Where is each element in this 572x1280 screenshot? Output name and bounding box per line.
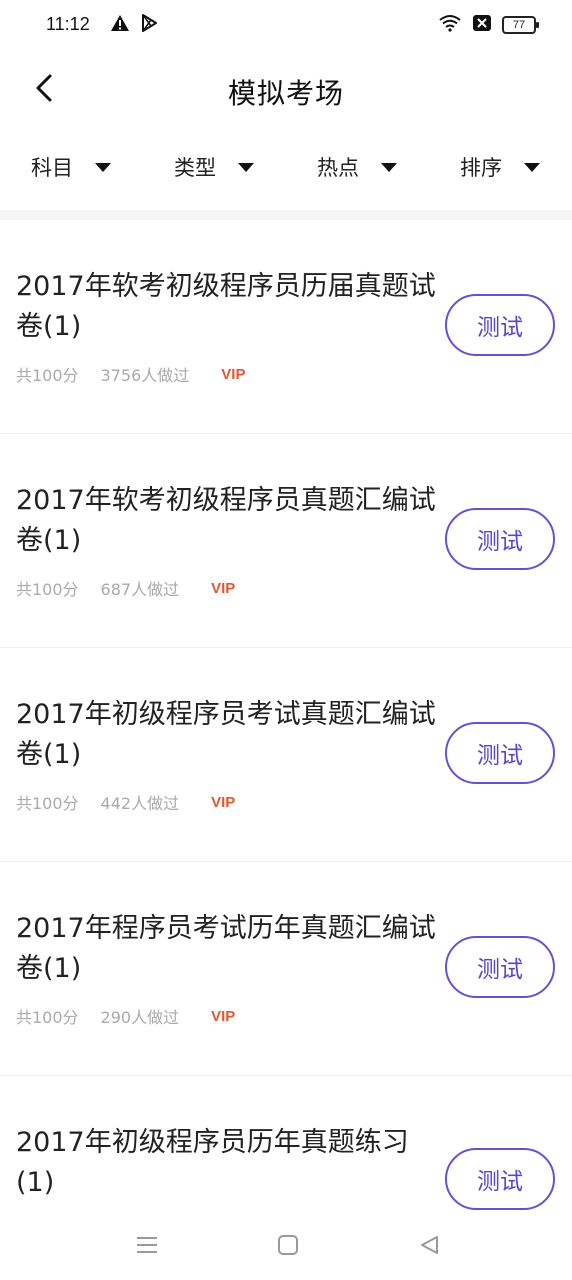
- menu-icon: [136, 1235, 158, 1259]
- item-meta: 共100分 290人做过 VIP: [16, 1004, 235, 1028]
- item-count: 3756人做过: [100, 366, 190, 385]
- back-triangle-icon: [418, 1234, 440, 1260]
- status-time: 11:12: [46, 14, 90, 34]
- vip-badge: VIP: [211, 579, 236, 597]
- play-store-icon: [140, 14, 158, 36]
- filter-label: 热点: [317, 156, 359, 180]
- filter-subject[interactable]: 科目: [31, 152, 111, 182]
- filter-bar: 科目 类型 热点 排序: [0, 140, 572, 196]
- test-button[interactable]: 测试: [445, 294, 555, 356]
- menu-button[interactable]: [132, 1232, 162, 1262]
- item-score: 共100分: [16, 366, 79, 385]
- item-title: 2017年初级程序员历年真题练习(1): [16, 1127, 409, 1198]
- list-item[interactable]: 2017年软考初级程序员历届真题试卷(1) 共100分 3756人做过 VIP …: [0, 220, 572, 434]
- item-meta: 共100分 3756人做过 VIP: [16, 362, 245, 386]
- battery-icon: 77: [502, 16, 539, 34]
- home-button[interactable]: [273, 1232, 303, 1262]
- item-title: 2017年软考初级程序员真题汇编试卷(1): [16, 485, 436, 556]
- system-nav-bar: [0, 1212, 572, 1280]
- sim-off-icon: [472, 14, 492, 36]
- item-score: 共100分: [16, 580, 79, 599]
- header: 模拟考场: [0, 52, 572, 126]
- page-title: 模拟考场: [227, 77, 344, 110]
- item-count: 290人做过: [100, 1008, 180, 1027]
- filter-type[interactable]: 类型: [174, 152, 254, 182]
- list-item[interactable]: 2017年初级程序员考试真题汇编试卷(1) 共100分 442人做过 VIP 测…: [0, 648, 572, 862]
- test-button[interactable]: 测试: [445, 722, 555, 784]
- back-nav-button[interactable]: [414, 1232, 444, 1262]
- item-score: 共100分: [16, 1008, 79, 1027]
- item-title: 2017年软考初级程序员历届真题试卷(1): [16, 271, 436, 342]
- item-title: 2017年程序员考试历年真题汇编试卷(1): [16, 913, 436, 984]
- list-item[interactable]: 2017年软考初级程序员真题汇编试卷(1) 共100分 687人做过 VIP 测…: [0, 434, 572, 648]
- divider: [0, 210, 572, 220]
- vip-badge: VIP: [211, 793, 236, 811]
- list-item[interactable]: 2017年程序员考试历年真题汇编试卷(1) 共100分 290人做过 VIP 测…: [0, 862, 572, 1076]
- warning-icon: [110, 14, 130, 36]
- item-title: 2017年初级程序员考试真题汇编试卷(1): [16, 699, 436, 770]
- home-square-icon: [277, 1234, 299, 1260]
- caret-down-icon: [238, 162, 254, 172]
- caret-down-icon: [381, 162, 397, 172]
- filter-sort[interactable]: 排序: [460, 152, 540, 182]
- test-button[interactable]: 测试: [445, 936, 555, 998]
- filter-label: 科目: [31, 156, 73, 180]
- caret-down-icon: [524, 162, 540, 172]
- test-button[interactable]: 测试: [445, 508, 555, 570]
- vip-badge: VIP: [211, 1007, 236, 1025]
- status-bar: 11:12 77: [0, 0, 572, 52]
- item-meta: 共100分 687人做过 VIP: [16, 576, 235, 600]
- item-count: 442人做过: [100, 794, 180, 813]
- item-meta: 共100分 442人做过 VIP: [16, 790, 235, 814]
- vip-badge: VIP: [221, 365, 246, 383]
- test-button[interactable]: 测试: [445, 1148, 555, 1210]
- exam-list: 2017年软考初级程序员历届真题试卷(1) 共100分 3756人做过 VIP …: [0, 220, 572, 1280]
- wifi-icon: [438, 14, 462, 36]
- item-score: 共100分: [16, 794, 79, 813]
- filter-label: 排序: [460, 156, 502, 180]
- filter-hot[interactable]: 热点: [317, 152, 397, 182]
- item-count: 687人做过: [100, 580, 180, 599]
- battery-level: 77: [512, 19, 526, 31]
- caret-down-icon: [95, 162, 111, 172]
- filter-label: 类型: [174, 156, 216, 180]
